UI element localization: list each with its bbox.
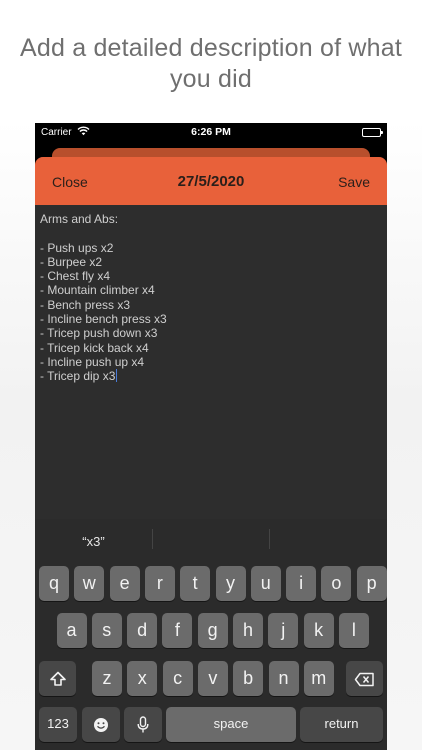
backspace-icon [354, 668, 375, 688]
phone-screen: Carrier 6:26 PM Close 27/5/2020 Save Arm… [35, 123, 387, 750]
microphone-icon [137, 714, 149, 734]
numbers-key[interactable]: 123 [39, 707, 77, 742]
letter-key[interactable]: j [268, 613, 299, 648]
letter-key[interactable]: p [356, 566, 387, 601]
navigation-bar: Close 27/5/2020 Save [35, 157, 387, 205]
note-line: - Tricep dip x3 [40, 369, 380, 383]
letter-key[interactable]: m [303, 661, 334, 696]
letter-key[interactable]: f [162, 613, 193, 648]
note-line: - Incline bench press x3 [40, 312, 380, 326]
letter-key[interactable]: s [91, 613, 122, 648]
save-button[interactable]: Save [338, 174, 370, 190]
letter-key[interactable]: e [109, 566, 140, 601]
suggestion-bar: “x3” [35, 519, 387, 559]
letter-key[interactable]: d [127, 613, 158, 648]
dictation-key[interactable] [124, 707, 162, 742]
letter-key[interactable]: n [268, 661, 299, 696]
letter-key[interactable]: x [127, 661, 158, 696]
delete-key[interactable] [346, 661, 383, 696]
note-line-text: - Tricep push down x3 [40, 326, 158, 341]
note-line-text: Arms and Abs: [40, 212, 119, 226]
note-line: - Bench press x3 [40, 298, 380, 312]
letter-key[interactable]: r [144, 566, 175, 601]
note-line-text: - Push ups x2 [40, 240, 114, 255]
letter-key[interactable]: k [303, 613, 334, 648]
return-key[interactable]: return [300, 707, 383, 742]
suggestion-3[interactable] [270, 519, 387, 559]
letter-key[interactable]: l [338, 613, 369, 648]
shift-key[interactable] [39, 661, 76, 696]
date-title: 27/5/2020 [177, 173, 245, 190]
letter-key[interactable]: b [233, 661, 264, 696]
letter-key[interactable]: o [321, 566, 352, 601]
letter-key[interactable]: i [286, 566, 317, 601]
letter-key[interactable]: z [92, 661, 122, 696]
space-key[interactable]: space [166, 707, 296, 742]
emoji-key[interactable] [82, 707, 120, 742]
note-line: - Push ups x2 [40, 241, 380, 255]
note-line: - Chest fly x4 [40, 269, 380, 283]
status-time: 6:26 PM [191, 126, 231, 138]
note-line: - Burpee x2 [40, 255, 380, 269]
note-line-text: - Chest fly x4 [40, 269, 111, 284]
letter-key[interactable]: h [233, 613, 263, 648]
note-line [40, 226, 380, 240]
battery-icon [362, 128, 383, 137]
letter-key[interactable]: g [197, 613, 228, 648]
keyboard: “x3” 123 space return q w e r t y u i o … [35, 519, 387, 750]
note-line-text: - Burpee x2 [40, 254, 103, 269]
note-line: - Incline push up x4 [40, 355, 380, 369]
note-line-text: - Incline bench press x3 [40, 312, 167, 327]
letter-key[interactable]: t [180, 566, 211, 601]
note-line: - Tricep push down x3 [40, 326, 380, 340]
note-line-text: - Tricep dip x3 [40, 369, 116, 384]
letter-key[interactable]: y [215, 566, 246, 601]
text-cursor [115, 369, 118, 383]
suggestion-1[interactable]: “x3” [35, 519, 152, 559]
shift-icon [49, 668, 67, 688]
status-bar: Carrier 6:26 PM [35, 123, 387, 143]
note-line: Arms and Abs: [40, 212, 380, 226]
note-line: - Tricep kick back x4 [40, 341, 380, 355]
note-line-text: - Incline push up x4 [40, 354, 145, 369]
description-text-area[interactable]: Arms and Abs: - Push ups x2- Burpee x2- C… [40, 212, 380, 384]
letter-key[interactable]: a [56, 613, 87, 648]
letter-key[interactable]: u [250, 566, 281, 601]
caption-text: Add a detailed description of what you d… [19, 34, 403, 93]
letter-key[interactable]: c [162, 661, 193, 696]
emoji-icon [93, 714, 109, 734]
letter-key[interactable]: v [197, 661, 228, 696]
letter-key[interactable]: q [39, 566, 69, 601]
note-line-text: - Mountain climber x4 [40, 283, 155, 298]
letter-key[interactable]: w [74, 566, 105, 601]
suggestion-2[interactable] [153, 519, 270, 559]
note-line-text: - Tricep kick back x4 [40, 340, 149, 355]
note-line-text: - Bench press x3 [40, 297, 131, 312]
note-line: - Mountain climber x4 [40, 283, 380, 297]
